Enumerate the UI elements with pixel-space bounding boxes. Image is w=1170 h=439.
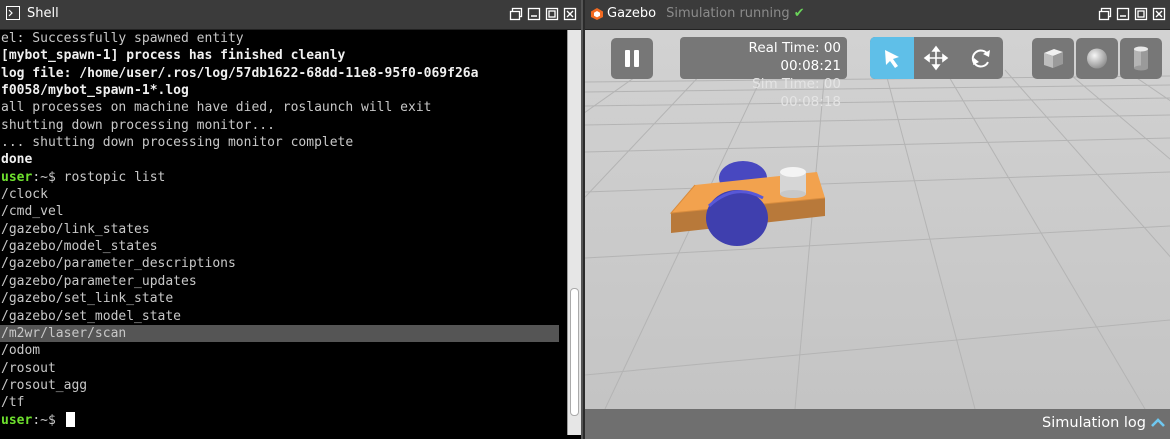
terminal-line: /gazebo/set_model_state [1, 308, 182, 324]
close-icon[interactable] [1152, 7, 1166, 21]
select-tool-button[interactable] [870, 37, 914, 79]
scrollbar-thumb[interactable] [570, 288, 579, 416]
transform-toolbar [870, 37, 1003, 79]
pause-button[interactable] [611, 38, 653, 79]
check-icon: ✔ [789, 6, 805, 21]
terminal-line: /tf [1, 395, 25, 411]
terminal-line: el: Successfully spawned entity [1, 31, 244, 46]
terminal-cursor [65, 411, 75, 427]
simulation-log-label: Simulation log [1042, 415, 1146, 431]
shell-window-controls [509, 7, 577, 21]
terminal-line: done [1, 152, 33, 168]
shell-window-title: Shell [27, 6, 59, 21]
terminal-line: all processes on machine have died, rosl… [1, 100, 432, 116]
terminal-line: /cmd_vel [1, 204, 64, 220]
real-time-display: Real Time: 00 00:08:21 [680, 37, 847, 79]
gazebo-window-controls [1098, 7, 1166, 21]
terminal-line: /rosout [1, 360, 56, 376]
shell-titlebar[interactable]: Shell [0, 0, 581, 30]
minimize-icon[interactable] [527, 7, 541, 21]
terminal-line: /odom [1, 343, 41, 359]
box-shape-button[interactable] [1032, 38, 1074, 79]
gazebo-title-text: Gazebo [607, 6, 657, 21]
restore-icon[interactable] [509, 7, 523, 21]
cube-icon [1044, 49, 1063, 68]
pause-icon-bar [634, 50, 639, 67]
cylinder-shape-button[interactable] [1120, 38, 1162, 79]
terminal-prompt-line: user:~$ rostopic list [0, 169, 567, 186]
prompt-user: user [1, 412, 33, 428]
prompt-command: rostopic list [63, 169, 166, 185]
terminal-line: [mybot_spawn-1] process has finished cle… [1, 48, 346, 64]
maximize-icon[interactable] [1134, 7, 1148, 21]
prompt-path: :~$ [32, 169, 64, 185]
simulation-status: Simulation running [666, 6, 790, 21]
restore-icon[interactable] [1098, 7, 1112, 21]
cylinder-icon [1134, 46, 1148, 71]
terminal-line-selected[interactable]: /m2wr/laser/scan [0, 324, 559, 343]
simulation-log-bar[interactable]: Simulation log [585, 409, 1170, 439]
prompt-user: user [1, 169, 33, 185]
terminal-line: /gazebo/parameter_updates [1, 273, 197, 289]
sim-time-value: 00:08:18 [780, 94, 841, 110]
chevron-up-icon[interactable] [1150, 416, 1166, 430]
terminal-line: /gazebo/link_states [1, 221, 150, 237]
real-time-label: Real Time: 00 [748, 40, 841, 56]
sphere-icon [1087, 48, 1107, 69]
rotate-icon [971, 49, 990, 68]
pause-icon [625, 50, 630, 67]
close-icon[interactable] [563, 7, 577, 21]
maximize-icon[interactable] [545, 7, 559, 21]
gazebo-titlebar[interactable]: Gazebo Simulation running ✔ [585, 0, 1170, 30]
real-time-value: 00:08:21 [780, 58, 841, 74]
gazebo-window-title: Gazebo Simulation running ✔ [607, 6, 805, 21]
terminal-output[interactable]: el: Successfully spawned entity [mybot_sp… [0, 30, 567, 435]
scene-render [585, 30, 1170, 409]
terminal-line: shutting down processing monitor... [1, 117, 275, 133]
terminal-line: /gazebo/parameter_descriptions [1, 256, 236, 272]
gazebo-3d-viewport[interactable]: Real Time: 00 00:08:21 Sim Time: 00 00:0… [585, 30, 1170, 409]
sim-time-label: Sim Time: 00 [752, 76, 841, 92]
sim-time-display: Sim Time: 00 00:08:18 [733, 76, 847, 112]
terminal-line: f0058/mybot_spawn-1*.log [1, 83, 189, 99]
arrow-cursor-icon [885, 50, 899, 68]
terminal-line: /gazebo/model_states [1, 239, 158, 255]
terminal-line: log file: /home/user/.ros/log/57db1622-6… [1, 65, 479, 81]
shell-window: Shell el: Successfully spawned entity [my… [0, 0, 583, 439]
rotate-tool-button[interactable] [959, 37, 1003, 79]
gazebo-window: Gazebo Simulation running ✔ Real Time: 0… [585, 0, 1170, 439]
minimize-icon[interactable] [1116, 7, 1130, 21]
gazebo-logo-icon [591, 8, 603, 20]
terminal-scrollbar[interactable] [567, 30, 581, 435]
prompt-path: :~$ [32, 412, 64, 428]
translate-tool-button[interactable] [914, 37, 958, 79]
sphere-shape-button[interactable] [1076, 38, 1118, 79]
terminal-prompt-line: user:~$ [0, 411, 567, 429]
terminal-line: /rosout_agg [1, 377, 88, 393]
terminal-line: /gazebo/set_link_state [1, 291, 174, 307]
terminal-line: ... shutting down processing monitor com… [1, 135, 354, 151]
terminal-icon [6, 6, 20, 20]
terminal-line: /clock [1, 187, 48, 203]
move-arrows-icon [923, 45, 949, 71]
